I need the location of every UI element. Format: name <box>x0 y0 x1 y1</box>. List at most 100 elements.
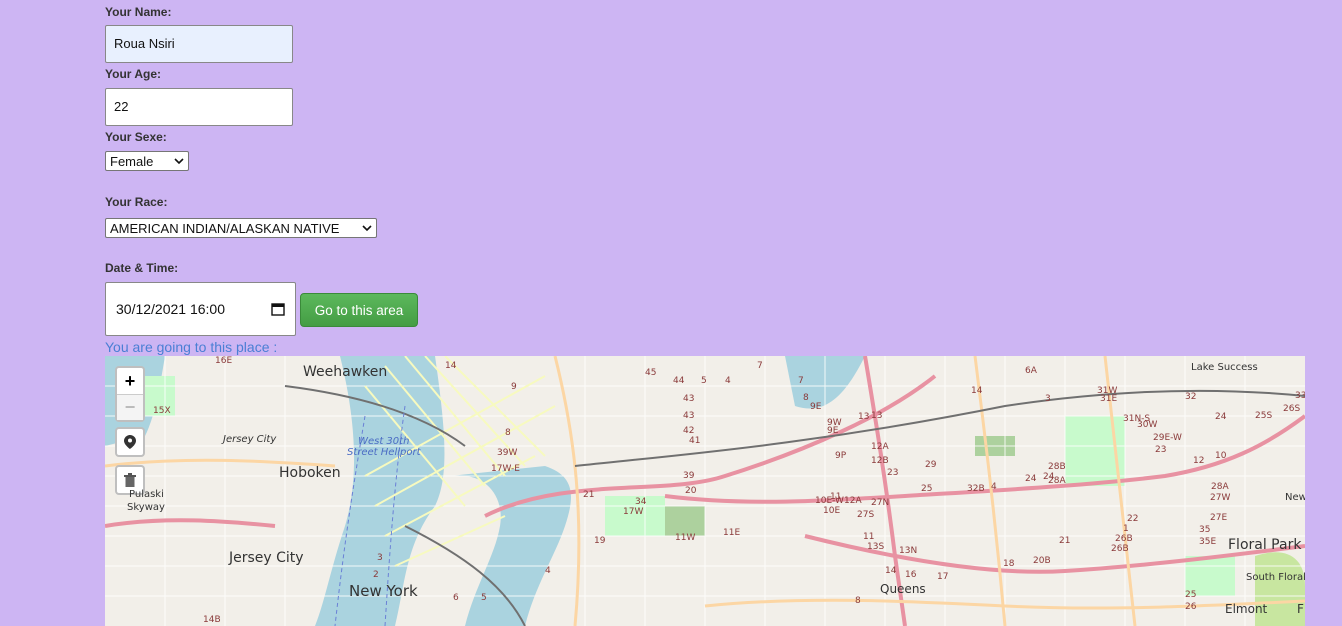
place-new-york: New York <box>349 582 418 600</box>
road-number-label: 8 <box>803 393 809 403</box>
road-number-label: 4 <box>725 376 731 386</box>
race-select[interactable]: AMERICAN INDIAN/ALASKAN NATIVE <box>105 218 377 238</box>
name-label: Your Name: <box>105 5 172 19</box>
road-number-label: 6A <box>1025 366 1037 376</box>
road-number-label: 20B <box>1033 556 1051 566</box>
road-number-label: 17 <box>937 572 949 582</box>
road-number-label: 20 <box>685 486 697 496</box>
road-number-label: 5 <box>481 593 487 603</box>
calendar-icon[interactable] <box>271 302 285 316</box>
road-number-label: 4 <box>545 566 551 576</box>
road-number-label: 9P <box>835 451 847 461</box>
heliport-label: West 30th Street Heliport <box>347 436 421 458</box>
going-to-place-text: You are going to this place : <box>105 339 278 355</box>
road-number-label: 12A <box>871 442 889 452</box>
road-number-label: 32B <box>967 484 985 494</box>
road-number-label: 8 <box>855 596 861 606</box>
road-number-label: 13 <box>858 412 870 422</box>
road-number-label: 11 <box>830 492 842 502</box>
road-number-label: 33 <box>1295 391 1305 401</box>
sexe-select[interactable]: Female <box>105 151 189 171</box>
road-number-label: 7 <box>798 376 804 386</box>
road-number-label: 41 <box>689 436 701 446</box>
road-number-label: 14 <box>885 566 897 576</box>
road-number-label: 23 <box>1155 445 1167 455</box>
road-number-label: 43 <box>683 394 695 404</box>
age-label: Your Age: <box>105 67 161 81</box>
road-number-label: 35E <box>1199 537 1217 547</box>
road-number-label: 17W <box>623 507 644 517</box>
place-floral-park: Floral Park <box>1228 537 1302 553</box>
marker-icon <box>124 435 136 449</box>
road-number-label: 6 <box>453 593 459 603</box>
road-number-label: 27E <box>1210 513 1228 523</box>
road-number-label: 25S <box>1255 411 1273 421</box>
road-number-label: 26 <box>1185 602 1197 612</box>
road-number-label: 9E <box>810 402 822 412</box>
road-number-label: 21 <box>1059 536 1071 546</box>
road-number-label: 19 <box>594 536 606 546</box>
road-number-label: 4 <box>991 482 997 492</box>
datetime-value: 30/12/2021 16:00 <box>116 301 225 317</box>
road-number-label: 25 <box>921 484 933 494</box>
heliport-line-2: Street Heliport <box>347 447 421 458</box>
datetime-label: Date & Time: <box>105 261 179 275</box>
place-jersey-city-small: Jersey City <box>223 434 277 445</box>
road-number-label: 28B <box>1048 462 1066 472</box>
road-number-label: 3 <box>1045 394 1051 404</box>
road-number-label: 29 <box>925 460 937 470</box>
road-number-label: 39W <box>497 448 518 458</box>
road-number-label: 11 <box>863 532 875 542</box>
road-number-label: 5 <box>701 376 707 386</box>
place-weehawken: Weehawken <box>303 364 388 380</box>
zoom-out-button[interactable]: − <box>117 394 143 420</box>
road-number-label: 42 <box>683 426 695 436</box>
road-number-label: 11W <box>675 533 696 543</box>
place-jersey-city: Jersey City <box>229 550 304 566</box>
road-number-label: 1 <box>1123 524 1129 534</box>
road-number-label: 14B <box>203 615 221 625</box>
road-number-label: 27W <box>1210 493 1231 503</box>
chevron-down-icon <box>174 158 184 165</box>
age-input[interactable]: 22 <box>105 88 293 126</box>
place-lake-success: Lake Success <box>1191 362 1258 373</box>
place-skyway: Skyway <box>127 502 165 513</box>
road-number-label: 31E <box>1100 394 1118 404</box>
place-pulaski: Pulaski <box>129 489 164 500</box>
go-to-area-button[interactable]: Go to this area <box>300 293 418 327</box>
place-new: New <box>1285 492 1305 503</box>
road-number-label: 12 <box>1193 456 1205 466</box>
road-number-label: 16 <box>905 570 917 580</box>
road-number-label: 25 <box>1185 590 1197 600</box>
sexe-select-value: Female <box>110 153 154 169</box>
road-number-label: 9E <box>827 426 839 436</box>
zoom-in-button[interactable]: + <box>117 368 143 394</box>
draw-marker-button[interactable] <box>117 429 143 455</box>
road-number-label: 26S <box>1283 404 1301 414</box>
road-number-label: 30W <box>1137 420 1158 430</box>
race-label: Your Race: <box>105 195 168 209</box>
heliport-line-1: West 30th <box>358 436 410 447</box>
road-number-label: 16E <box>215 356 233 366</box>
road-number-label: 7 <box>757 361 763 371</box>
name-input[interactable]: Roua Nsiri <box>105 25 293 63</box>
road-number-label: 23 <box>887 468 899 478</box>
road-number-label: 21 <box>583 490 595 500</box>
road-number-label: 44 <box>673 376 685 386</box>
road-number-label: 27S <box>857 510 875 520</box>
road-number-label: 11E <box>723 528 741 538</box>
road-number-label: 10 <box>1215 451 1227 461</box>
zoom-control: + − <box>115 366 145 422</box>
road-number-label: 13N <box>899 546 918 556</box>
road-number-label: 2 <box>373 570 379 580</box>
road-number-label: 13S <box>867 542 885 552</box>
road-number-label: 15X <box>153 406 171 416</box>
road-number-label: 45 <box>645 368 657 378</box>
map[interactable]: + − Weehawken Hoboken Jersey City Jersey… <box>105 356 1305 626</box>
datetime-input[interactable]: 30/12/2021 16:00 <box>105 282 296 336</box>
marker-control <box>115 427 145 457</box>
road-number-label: 18 <box>1003 559 1015 569</box>
road-number-label: 26B <box>1115 534 1133 544</box>
road-number-label: 34 <box>635 497 647 507</box>
map-tiles[interactable] <box>105 356 1305 626</box>
